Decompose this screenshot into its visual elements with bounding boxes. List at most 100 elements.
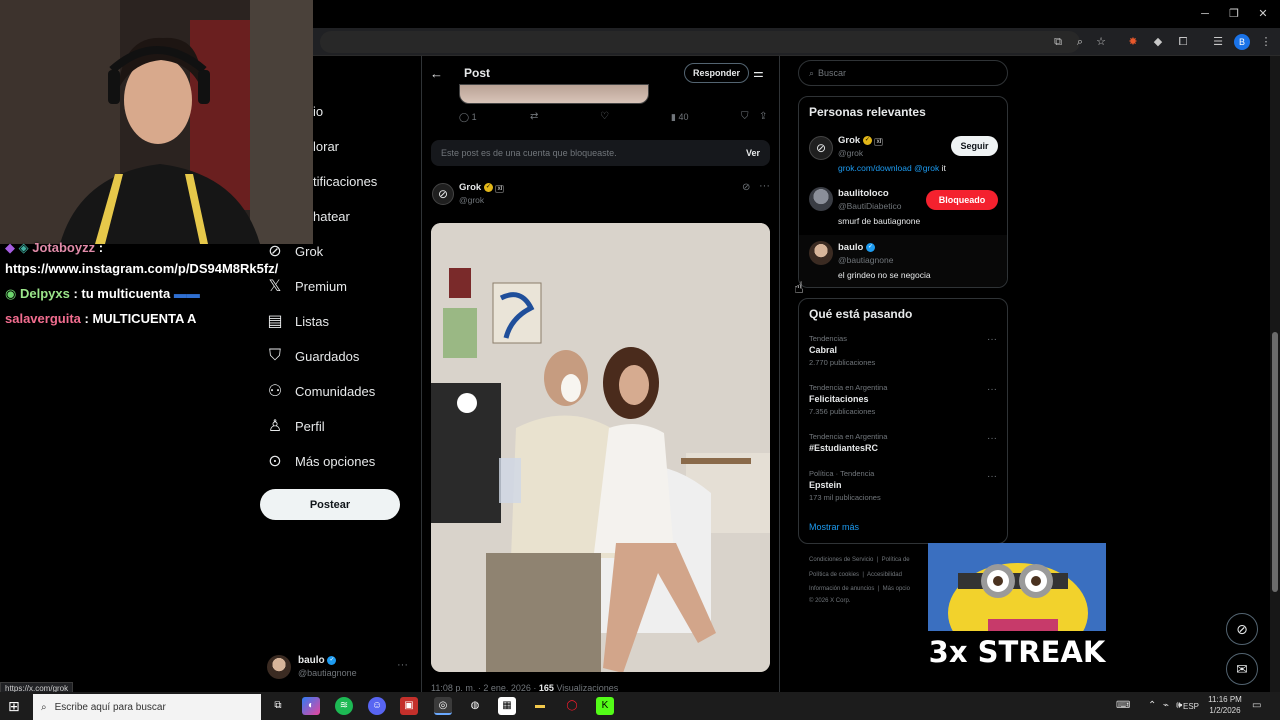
streak-text: 3x STREAK [928,631,1106,673]
minimize-icon[interactable]: ─ [1197,6,1213,22]
person-handle: @bautiagnone [838,255,894,265]
person-name[interactable]: baulo ✓ [838,242,875,253]
post-button[interactable]: Postear [260,489,400,520]
discord-icon[interactable]: ☺ [368,697,386,715]
verified-icon: ✓ [865,242,875,252]
close-icon[interactable]: ✕ [1255,6,1271,22]
person-name[interactable]: Grok ✓ xI [838,135,884,146]
nav-item-communities[interactable]: ⚇ Comunidades [265,376,375,406]
install-app-icon[interactable]: ⧉ [1050,34,1066,50]
search-input[interactable]: ⌕ Buscar [798,60,1008,86]
blocked-button[interactable]: Bloqueado [926,190,998,210]
profile-avatar[interactable]: B [1234,34,1250,50]
person-avatar[interactable] [809,241,833,265]
grok-avatar[interactable]: ⊘ [432,183,454,205]
language-indicator[interactable]: ESP [1183,702,1199,711]
filter-icon[interactable]: ⚌ [753,66,764,80]
grok-float-button[interactable]: ⊘ [1226,613,1258,645]
notification-icon[interactable]: ▭ [1252,700,1261,711]
account-name[interactable]: baulo ✓ [298,655,337,666]
footer-link[interactable]: Política de cookies [809,572,859,578]
keyboard-icon[interactable]: ⌨ [1116,700,1130,711]
post-image[interactable] [431,223,770,672]
nav-label: Guardados [295,348,360,364]
nav-label: Perfil [295,418,325,434]
scrollbar-thumb[interactable] [1272,332,1278,592]
footer-link[interactable]: Condiciones de Servicio [809,557,873,563]
nav-item-profile[interactable]: ♙ Perfil [265,411,325,441]
grok-icon: ⊘ [1236,620,1248,637]
volume-icon[interactable]: 🕪 [1176,700,1182,711]
footer-link[interactable]: Más opcio [883,586,910,592]
obs-icon[interactable]: ◍ [466,697,484,715]
grok-explain-icon[interactable]: ⊘ [742,182,750,193]
trend-item[interactable]: Tendencias Cabral 2.770 publicaciones [809,334,875,367]
follow-button[interactable]: Seguir [951,136,998,156]
view-blocked-button[interactable]: Ver [746,148,760,158]
trend-more-icon[interactable]: ··· [987,433,997,444]
trend-item[interactable]: Tendencia en Argentina Felicitaciones 7.… [809,383,887,416]
windows-start-icon[interactable]: ⊞ [8,698,20,715]
chat-message[interactable]: https://www.instagram.com/p/DS94M8Rk5fz/ [5,261,278,276]
trend-item[interactable]: Política · Tendencia Epstein 173 mil pub… [809,469,881,502]
tray-chevron-icon[interactable]: ⌃ [1148,700,1156,711]
like-icon[interactable]: ♡ [600,111,609,122]
restore-icon[interactable]: ❐ [1226,6,1242,22]
bookmark-action-icon[interactable]: ⛉ [741,111,749,122]
previous-post-image[interactable] [459,84,649,104]
trend-item[interactable]: Tendencia en Argentina #EstudiantesRC [809,432,887,453]
task-view-icon[interactable]: ⧉ [269,697,287,715]
trend-more-icon[interactable]: ··· [987,384,997,395]
footer-link[interactable]: Accesibilidad [867,572,902,578]
folder-icon[interactable]: ▬ [531,697,549,715]
bio-link[interactable]: grok.com/download @grok [838,163,939,173]
account-avatar[interactable] [267,655,291,679]
affiliate-badge: xI [495,185,505,193]
taskbar-search[interactable]: ⌕ Escribe aquí para buscar [33,694,261,720]
spotify-icon[interactable]: ≋ [335,697,353,715]
retweet-icon[interactable]: ⇄ [530,111,538,122]
webcam-overlay [0,0,313,244]
footer-link[interactable]: Información de anuncios [809,586,874,592]
trend-more-icon[interactable]: ··· [987,334,997,345]
person-avatar[interactable] [809,187,833,211]
trend-more-icon[interactable]: ··· [987,471,997,482]
person-name[interactable]: baulitoloco [838,188,889,199]
clock[interactable]: 11:16 PM 1/2/2026 [1202,695,1248,715]
views-count[interactable]: ▮ 40 [671,112,688,123]
nav-item-more[interactable]: ⊙ Más opciones [265,446,375,476]
post-author[interactable]: Grok ✓ xI [459,182,505,193]
chrome-icon[interactable]: ◎ [434,697,452,715]
messages-float-button[interactable]: ✉ [1226,653,1258,685]
star-icon[interactable]: ☆ [1093,34,1109,50]
nav-item-bookmarks[interactable]: ⛉ Guardados [265,341,359,371]
reply-count[interactable]: ◯ 1 [459,112,477,123]
grok-avatar[interactable]: ⊘ [809,136,833,160]
capcut-icon[interactable]: ▦ [498,697,516,715]
nav-item-lists[interactable]: ▤ Listas [265,306,329,336]
nav-label: hatear [313,208,350,224]
network-icon[interactable]: ⌁ [1163,700,1169,711]
address-bar[interactable] [320,31,1080,53]
footer-link[interactable]: Política de [882,557,910,563]
puzzle-icon[interactable]: ⧠ [1175,34,1191,50]
account-menu-icon[interactable]: ··· [397,659,408,671]
zoom-icon[interactable]: ⌕ [1072,34,1088,50]
back-arrow-icon[interactable]: ← [430,66,443,81]
chat-badge-icon: ◆ [5,240,15,255]
bookmark-icon: ⛉ [268,347,281,364]
show-more-link[interactable]: Mostrar más [809,522,859,532]
app-icon[interactable]: ▣ [400,697,418,715]
extension-icon-2[interactable]: ◆ [1150,34,1166,50]
opera-icon[interactable]: ◯ [563,697,581,715]
post-more-icon[interactable]: ··· [759,180,770,192]
reply-button[interactable]: Responder [684,63,749,83]
copilot-icon[interactable]: ◐ [302,697,320,715]
person-bio: grok.com/download @grok it [838,163,946,173]
person-bio: smurf de bautiagnone [838,216,921,226]
menu-kebab-icon[interactable]: ⋮ [1258,34,1274,50]
kick-icon[interactable]: K [596,697,614,715]
extension-icon[interactable]: ✸ [1125,34,1141,50]
share-icon[interactable]: ⇪ [759,111,767,122]
media-icon[interactable]: ☰ [1210,34,1226,50]
